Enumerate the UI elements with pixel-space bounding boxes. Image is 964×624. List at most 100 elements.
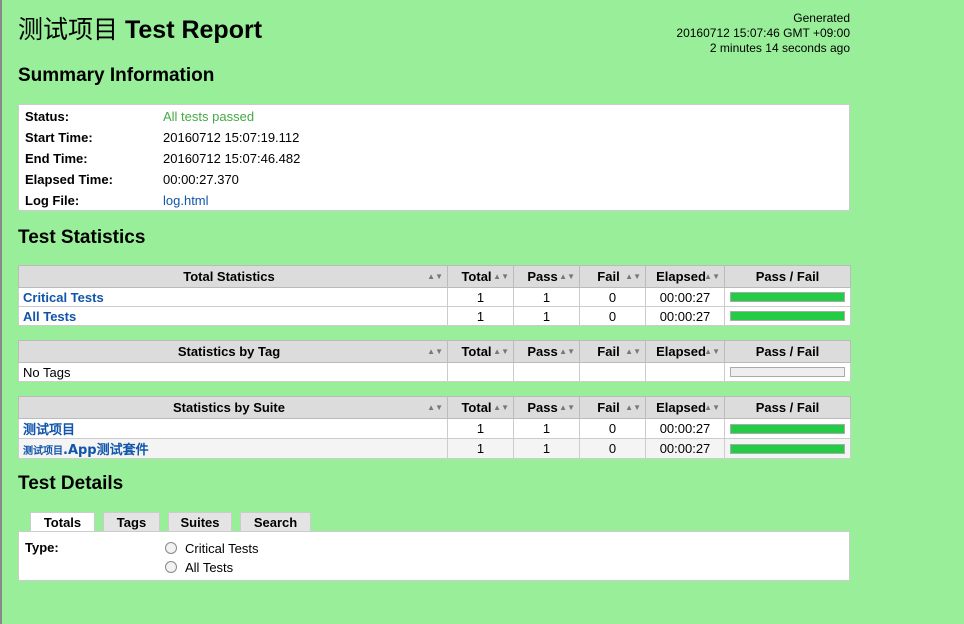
- sort-icon: ▲▼: [559, 347, 575, 356]
- summary-table: Status: All tests passed Start Time: 201…: [18, 104, 850, 211]
- col-header-total[interactable]: Total ▲▼: [447, 265, 514, 288]
- cell-fail: 0: [579, 306, 646, 326]
- stat-link-all-tests[interactable]: All Tests: [23, 309, 76, 324]
- cell-total: 1: [447, 438, 514, 459]
- col-header-name[interactable]: Total Statistics ▲▼: [18, 265, 448, 288]
- sort-icon: ▲▼: [559, 272, 575, 281]
- sort-icon: ▲▼: [427, 272, 443, 281]
- suite-statistics-table: Statistics by Suite ▲▼ Total ▲▼ Pass ▲▼ Fai…: [18, 396, 851, 459]
- end-time-label: End Time:: [25, 151, 88, 166]
- suite-link-project[interactable]: 测试项目: [23, 423, 75, 438]
- col-header-total[interactable]: Total ▲▼: [447, 396, 514, 419]
- cell-elapsed: 00:00:27: [645, 438, 725, 459]
- cell-fail: 0: [579, 438, 646, 459]
- cell-total: 1: [447, 287, 514, 307]
- col-header-fail[interactable]: Fail ▲▼: [579, 396, 646, 419]
- table-row: 测试项目 1 1 0 00:00:27: [18, 418, 851, 439]
- elapsed-time-value: 00:00:27.370: [163, 172, 239, 187]
- cell-elapsed: 00:00:27: [645, 418, 725, 439]
- sort-icon: ▲▼: [559, 403, 575, 412]
- pass-fail-bar-empty: [730, 367, 845, 377]
- radio-button[interactable]: [165, 561, 177, 573]
- sort-icon: ▲▼: [704, 403, 720, 412]
- suite-link-app-suite[interactable]: 测试项目.App测试套件: [23, 442, 149, 458]
- col-header-pass[interactable]: Pass ▲▼: [513, 265, 580, 288]
- report-page: 测试项目 Test Report Generated 20160712 15:0…: [18, 0, 851, 581]
- total-statistics-table: Total Statistics ▲▼ Total ▲▼ Pass ▲▼ Fail ▲▼…: [18, 265, 851, 326]
- col-header-name[interactable]: Statistics by Tag ▲▼: [18, 340, 448, 363]
- sort-icon: ▲▼: [704, 347, 720, 356]
- table-row: All Tests 1 1 0 00:00:27: [18, 306, 851, 326]
- log-file-link[interactable]: log.html: [163, 190, 209, 211]
- sort-icon: ▲▼: [427, 403, 443, 412]
- cell-pass: 1: [513, 438, 580, 459]
- statistics-heading: Test Statistics: [18, 227, 146, 248]
- table-row: 测试项目.App测试套件 1 1 0 00:00:27: [18, 438, 851, 459]
- pass-fail-bar: [730, 443, 845, 454]
- cell-pass: 1: [513, 418, 580, 439]
- start-time-label: Start Time:: [25, 130, 93, 145]
- sort-icon: ▲▼: [704, 272, 720, 281]
- sort-icon: ▲▼: [427, 347, 443, 356]
- start-time-value: 20160712 15:07:19.112: [163, 130, 300, 145]
- title-project-name: 测试项目: [18, 15, 119, 44]
- cell-pass: 1: [513, 306, 580, 326]
- cell-pass: 1: [513, 287, 580, 307]
- stat-link-critical-tests[interactable]: Critical Tests: [23, 290, 104, 305]
- col-header-total[interactable]: Total ▲▼: [447, 340, 514, 363]
- option-all-tests[interactable]: All Tests: [165, 558, 233, 577]
- log-file-label: Log File:: [25, 193, 80, 208]
- pass-fail-bar: [730, 311, 845, 321]
- sort-icon: ▲▼: [493, 272, 509, 281]
- generated-time: 20160712 15:07:46 GMT +09:00: [676, 26, 850, 40]
- no-tags-text: No Tags: [18, 362, 448, 382]
- tab-totals[interactable]: Totals: [30, 512, 95, 532]
- cell-elapsed: 00:00:27: [645, 306, 725, 326]
- sort-icon: ▲▼: [625, 347, 641, 356]
- col-header-elapsed[interactable]: Elapsed ▲▼: [645, 396, 725, 419]
- sort-icon: ▲▼: [493, 347, 509, 356]
- page-title: 测试项目 Test Report: [18, 10, 262, 46]
- col-header-elapsed[interactable]: Elapsed ▲▼: [645, 340, 725, 363]
- generated-ago: 2 minutes 14 seconds ago: [709, 41, 850, 55]
- cell-total: 1: [447, 306, 514, 326]
- col-header-passfail: Pass / Fail: [724, 340, 851, 363]
- type-label: Type:: [25, 540, 59, 555]
- col-header-name[interactable]: Statistics by Suite ▲▼: [18, 396, 448, 419]
- option-critical-tests[interactable]: Critical Tests: [165, 539, 258, 558]
- details-heading: Test Details: [18, 473, 124, 494]
- elapsed-time-label: Elapsed Time:: [25, 172, 113, 187]
- col-header-passfail: Pass / Fail: [724, 265, 851, 288]
- left-border: [0, 0, 2, 624]
- pass-fail-bar: [730, 423, 845, 434]
- cell-fail: 0: [579, 418, 646, 439]
- tab-search[interactable]: Search: [240, 512, 311, 531]
- sort-icon: ▲▼: [625, 272, 641, 281]
- title-report-label: Test Report: [124, 16, 263, 44]
- table-row: No Tags: [18, 362, 851, 382]
- radio-button[interactable]: [165, 542, 177, 554]
- end-time-value: 20160712 15:07:46.482: [163, 151, 301, 166]
- tag-statistics-table: Statistics by Tag ▲▼ Total ▲▼ Pass ▲▼ Fail ▲…: [18, 340, 851, 382]
- status-label: Status:: [25, 109, 70, 124]
- generated-info: Generated 20160712 15:07:46 GMT +09:00 2…: [676, 11, 850, 56]
- cell-elapsed: 00:00:27: [645, 287, 725, 307]
- summary-heading: Summary Information: [18, 65, 215, 86]
- sort-icon: ▲▼: [493, 403, 509, 412]
- col-header-pass[interactable]: Pass ▲▼: [513, 396, 580, 419]
- col-header-elapsed[interactable]: Elapsed ▲▼: [645, 265, 725, 288]
- table-row: Critical Tests 1 1 0 00:00:27: [18, 287, 851, 307]
- col-header-fail[interactable]: Fail ▲▼: [579, 265, 646, 288]
- tab-tags[interactable]: Tags: [103, 512, 160, 531]
- pass-fail-bar: [730, 292, 845, 302]
- report-header: 测试项目 Test Report Generated 20160712 15:0…: [18, 0, 850, 58]
- generated-label: Generated: [793, 11, 850, 25]
- details-panel: Type: Critical Tests All Tests: [18, 531, 850, 581]
- cell-total: 1: [447, 418, 514, 439]
- tab-suites[interactable]: Suites: [168, 512, 232, 531]
- col-header-pass[interactable]: Pass ▲▼: [513, 340, 580, 363]
- col-header-fail[interactable]: Fail ▲▼: [579, 340, 646, 363]
- cell-fail: 0: [579, 287, 646, 307]
- sort-icon: ▲▼: [625, 403, 641, 412]
- status-value: All tests passed: [163, 109, 255, 124]
